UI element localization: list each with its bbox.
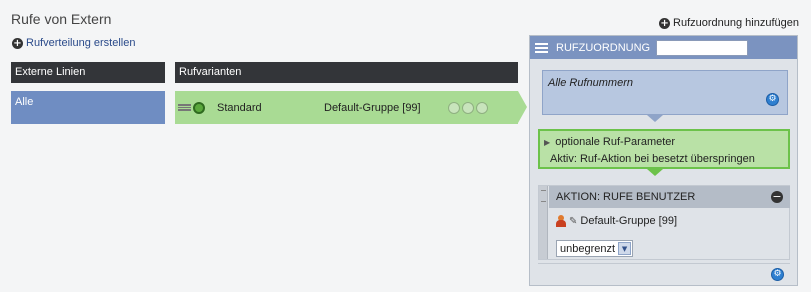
add-distribution-label: Rufverteilung erstellen bbox=[26, 37, 136, 49]
action-header: AKTION: RUFE BENUTZER − bbox=[549, 186, 790, 208]
chevron-down-icon[interactable]: ▼ bbox=[618, 242, 632, 255]
action-title: AKTION: RUFE BENUTZER bbox=[556, 191, 696, 203]
variant-action-icon-1[interactable] bbox=[448, 101, 460, 114]
optional-params-active-text: Aktiv: Ruf-Aktion bei besetzt überspring… bbox=[550, 153, 755, 165]
panel-divider bbox=[538, 263, 790, 264]
external-lines-header: Externe Linien bbox=[11, 62, 165, 83]
flow-arrow-icon bbox=[647, 169, 663, 176]
panel-title: RUFZUORDNUNG bbox=[556, 41, 651, 54]
action-user-row: ✎ Default-Gruppe [99] bbox=[556, 215, 677, 227]
optional-params-title: optionale Ruf-Parameter bbox=[555, 136, 676, 148]
variant-name: Standard bbox=[217, 101, 262, 114]
limit-select[interactable]: unbegrenzt ▼ bbox=[556, 240, 634, 257]
plus-circle-icon: + bbox=[659, 17, 671, 29]
gear-icon[interactable]: ⚙ bbox=[766, 93, 779, 106]
action-box: AKTION: RUFE BENUTZER − ✎ Default-Gruppe… bbox=[538, 185, 790, 260]
variant-action-icon-3[interactable] bbox=[476, 101, 488, 114]
assignment-name-input[interactable] bbox=[656, 39, 749, 56]
external-line-item[interactable]: Alle bbox=[11, 91, 165, 124]
variant-row[interactable]: Standard Default-Gruppe [99] bbox=[175, 91, 518, 124]
expand-triangle-icon: ▶ bbox=[544, 138, 551, 147]
variant-pointer-arrow bbox=[518, 91, 527, 123]
add-assignment-link[interactable]: + Rufzuordnung hinzufügen bbox=[659, 17, 799, 29]
minus-circle-icon[interactable]: − bbox=[771, 191, 783, 203]
add-distribution-link[interactable]: + Rufverteilung erstellen bbox=[12, 37, 135, 49]
all-numbers-box[interactable]: Alle Rufnummern ⚙ bbox=[542, 70, 788, 115]
gear-icon[interactable]: ⚙ bbox=[771, 268, 784, 281]
page: Rufe von Extern + Rufverteilung erstelle… bbox=[0, 0, 811, 292]
page-title: Rufe von Extern bbox=[11, 11, 112, 27]
drag-handle-icon[interactable] bbox=[178, 104, 191, 111]
menu-lines-icon[interactable] bbox=[535, 42, 548, 53]
all-numbers-label: Alle Rufnummern bbox=[548, 77, 633, 89]
action-drag-handle[interactable] bbox=[539, 186, 548, 259]
panel-header: RUFZUORDNUNG bbox=[530, 36, 797, 59]
optional-params-box: ▶ optionale Ruf-Parameter Aktiv: Ruf-Akt… bbox=[538, 129, 790, 169]
action-group: Default-Gruppe [99] bbox=[580, 215, 678, 227]
add-assignment-label: Rufzuordnung hinzufügen bbox=[673, 17, 799, 29]
limit-value: unbegrenzt bbox=[560, 242, 616, 255]
variants-header: Rufvarianten bbox=[175, 62, 518, 83]
pencil-icon[interactable]: ✎ bbox=[569, 216, 577, 227]
variant-action-icon-2[interactable] bbox=[462, 101, 474, 114]
variant-group: Default-Gruppe [99] bbox=[324, 101, 421, 114]
status-dot-icon bbox=[193, 101, 205, 114]
plus-circle-icon: + bbox=[12, 37, 23, 49]
assignment-panel: RUFZUORDNUNG Alle Rufnummern ⚙ ▶ optiona… bbox=[529, 35, 798, 286]
flow-arrow-icon bbox=[647, 115, 663, 122]
optional-params-toggle[interactable]: ▶ optionale Ruf-Parameter bbox=[544, 136, 675, 148]
user-icon bbox=[556, 215, 566, 227]
